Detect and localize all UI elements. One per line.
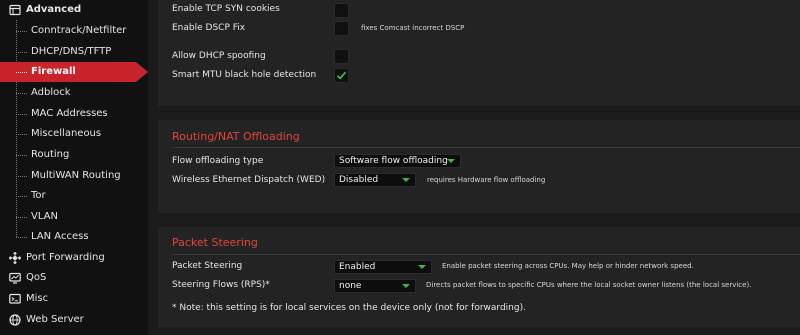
sidebar-item-adblock[interactable]: Adblock <box>0 83 148 103</box>
rps-hint: Directs packet flows to specific CPUs wh… <box>426 281 752 289</box>
qos-icon <box>9 272 21 284</box>
section-divider <box>172 254 800 255</box>
firewall-options-panel: Enable TCP SYN cookies Enable DSCP Fix f… <box>158 0 800 106</box>
sidebar-group-qos[interactable]: QoS <box>0 268 148 288</box>
flow-offloading-select[interactable]: Software flow offloading <box>334 154 461 168</box>
sidebar-item-routing[interactable]: Routing <box>0 145 148 165</box>
sidebar-group-label: QoS <box>26 272 47 283</box>
local-services-note: * Note: this setting is for local servic… <box>172 303 526 313</box>
sidebar-item-vlan[interactable]: VLAN <box>0 207 148 227</box>
sidebar-item-label: MAC Addresses <box>31 108 108 119</box>
dscp-fix-label: Enable DSCP Fix <box>172 23 246 33</box>
section-divider <box>172 147 800 148</box>
packet-steering-hint: Enable packet steering across CPUs. May … <box>442 262 694 270</box>
sidebar-item-label: Miscellaneous <box>31 128 102 139</box>
sidebar-item-dhcp[interactable]: DHCP/DNS/TFTP <box>0 42 148 62</box>
advanced-icon <box>9 4 21 16</box>
dhcp-spoofing-label: Allow DHCP spoofing <box>172 51 266 61</box>
sidebar-item-conntrack[interactable]: Conntrack/Netfilter <box>0 21 148 41</box>
sidebar-item-label: Adblock <box>31 87 71 98</box>
sidebar-group-label: Port Forwarding <box>26 252 105 263</box>
sidebar-item-label: Firewall <box>31 66 76 77</box>
nat-offloading-title: Routing/NAT Offloading <box>172 130 300 143</box>
app: Advanced Conntrack/Netfilter DHCP/DNS/TF… <box>0 0 800 335</box>
rps-select[interactable]: none <box>334 279 416 293</box>
smart-mtu-checkbox[interactable] <box>334 68 349 83</box>
sidebar-item-label: MultiWAN Routing <box>31 170 121 181</box>
check-icon <box>336 71 347 80</box>
flow-offloading-label: Flow offloading type <box>172 156 264 166</box>
wed-hint: requires Hardware flow offloading <box>427 176 546 184</box>
rps-label: Steering Flows (RPS)* <box>172 280 270 290</box>
sidebar-group-port-forwarding[interactable]: Port Forwarding <box>0 248 148 268</box>
web-server-icon <box>9 314 21 326</box>
packet-steering-select[interactable]: Enabled <box>334 260 432 274</box>
chevron-down-icon <box>402 284 410 288</box>
sidebar-item-label: VLAN <box>31 211 58 222</box>
chevron-down-icon <box>418 265 426 269</box>
sidebar-item-label: LAN Access <box>31 231 89 242</box>
sidebar-item-label: Routing <box>31 149 70 160</box>
chevron-down-icon <box>447 159 455 163</box>
sidebar-item-label: DHCP/DNS/TFTP <box>31 46 112 57</box>
misc-icon <box>9 293 21 305</box>
tcp-syn-cookies-checkbox[interactable] <box>334 3 349 18</box>
sidebar-group-label: Web Server <box>26 314 84 325</box>
sidebar-item-mac-addresses[interactable]: MAC Addresses <box>0 104 148 124</box>
sidebar-section-label: Advanced <box>26 4 82 15</box>
sidebar-item-label: Tor <box>31 190 46 201</box>
sidebar-group-label: Misc <box>26 293 49 304</box>
wed-select[interactable]: Disabled <box>334 173 416 187</box>
sidebar-item-multiwan-routing[interactable]: MultiWAN Routing <box>0 166 148 186</box>
dscp-fix-hint: fixes Comcast incorrect DSCP <box>361 24 465 32</box>
packet-steering-label: Packet Steering <box>172 261 243 271</box>
sidebar-item-label: Conntrack/Netfilter <box>31 25 127 36</box>
chevron-down-icon <box>402 178 410 182</box>
sidebar-item-lan-access[interactable]: LAN Access <box>0 227 148 247</box>
smart-mtu-label: Smart MTU black hole detection <box>172 70 317 80</box>
sidebar: Advanced Conntrack/Netfilter DHCP/DNS/TF… <box>0 0 148 335</box>
packet-steering-panel: Packet Steering Packet Steering Enabled … <box>158 227 800 327</box>
sidebar-group-misc[interactable]: Misc <box>0 289 148 309</box>
wed-label: Wireless Ethernet Dispatch (WED) <box>172 175 326 185</box>
sidebar-item-miscellaneous[interactable]: Miscellaneous <box>0 124 148 144</box>
port-forwarding-icon <box>9 252 21 264</box>
main-content: Enable TCP SYN cookies Enable DSCP Fix f… <box>148 0 800 335</box>
sidebar-item-firewall[interactable]: Firewall <box>0 62 148 82</box>
packet-steering-title: Packet Steering <box>172 236 258 249</box>
sidebar-item-tor[interactable]: Tor <box>0 186 148 206</box>
sidebar-section-advanced[interactable]: Advanced <box>0 0 148 20</box>
sidebar-group-web-server[interactable]: Web Server <box>0 310 148 330</box>
dhcp-spoofing-checkbox[interactable] <box>334 49 349 64</box>
dscp-fix-checkbox[interactable] <box>334 21 349 36</box>
tcp-syn-cookies-label: Enable TCP SYN cookies <box>172 4 280 14</box>
nat-offloading-panel: Routing/NAT Offloading Flow offloading t… <box>158 120 800 213</box>
